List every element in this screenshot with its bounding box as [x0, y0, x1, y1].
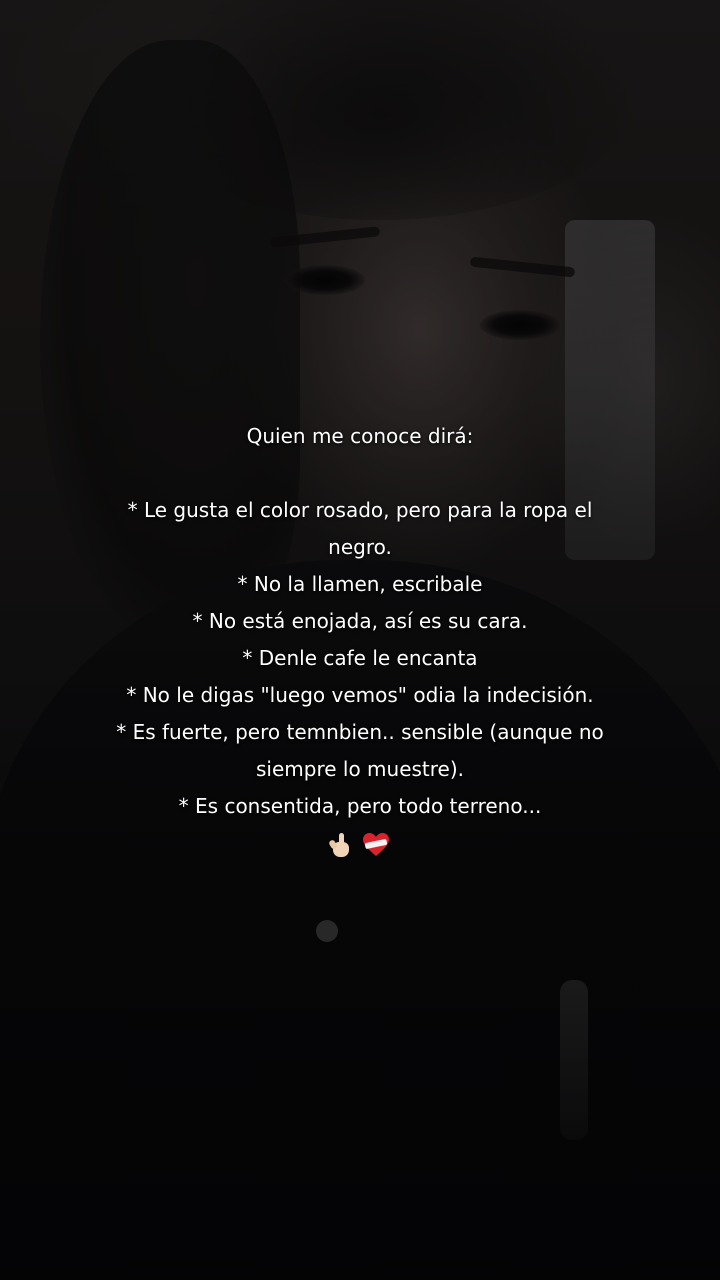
- caption-line: * Es consentida, pero todo terreno...: [178, 794, 542, 818]
- caption-text: Quien me conoce dirá: * Le gusta el colo…: [60, 418, 660, 862]
- caption-line: negro.: [328, 535, 392, 559]
- caption-line: * No le digas "luego vemos" odia la inde…: [126, 683, 594, 707]
- caption-line: * Denle cafe le encanta: [242, 646, 478, 670]
- emoji-row: [60, 825, 660, 862]
- caption-title: Quien me conoce dirá:: [246, 424, 474, 448]
- caption-line: * No está enojada, así es su cara.: [192, 609, 528, 633]
- caption-line: * Es fuerte, pero temnbien.. sensible (a…: [116, 720, 604, 744]
- caption-line: * No la llamen, escribale: [237, 572, 483, 596]
- caption-line: * Le gusta el color rosado, pero para la…: [127, 498, 593, 522]
- hand-with-index-finger-and-thumb-crossed-icon: [327, 832, 352, 858]
- video-frame: Quien me conoce dirá: * Le gusta el colo…: [0, 0, 720, 1280]
- caption-line: siempre lo muestre).: [255, 757, 465, 781]
- mending-heart-icon: [363, 832, 390, 856]
